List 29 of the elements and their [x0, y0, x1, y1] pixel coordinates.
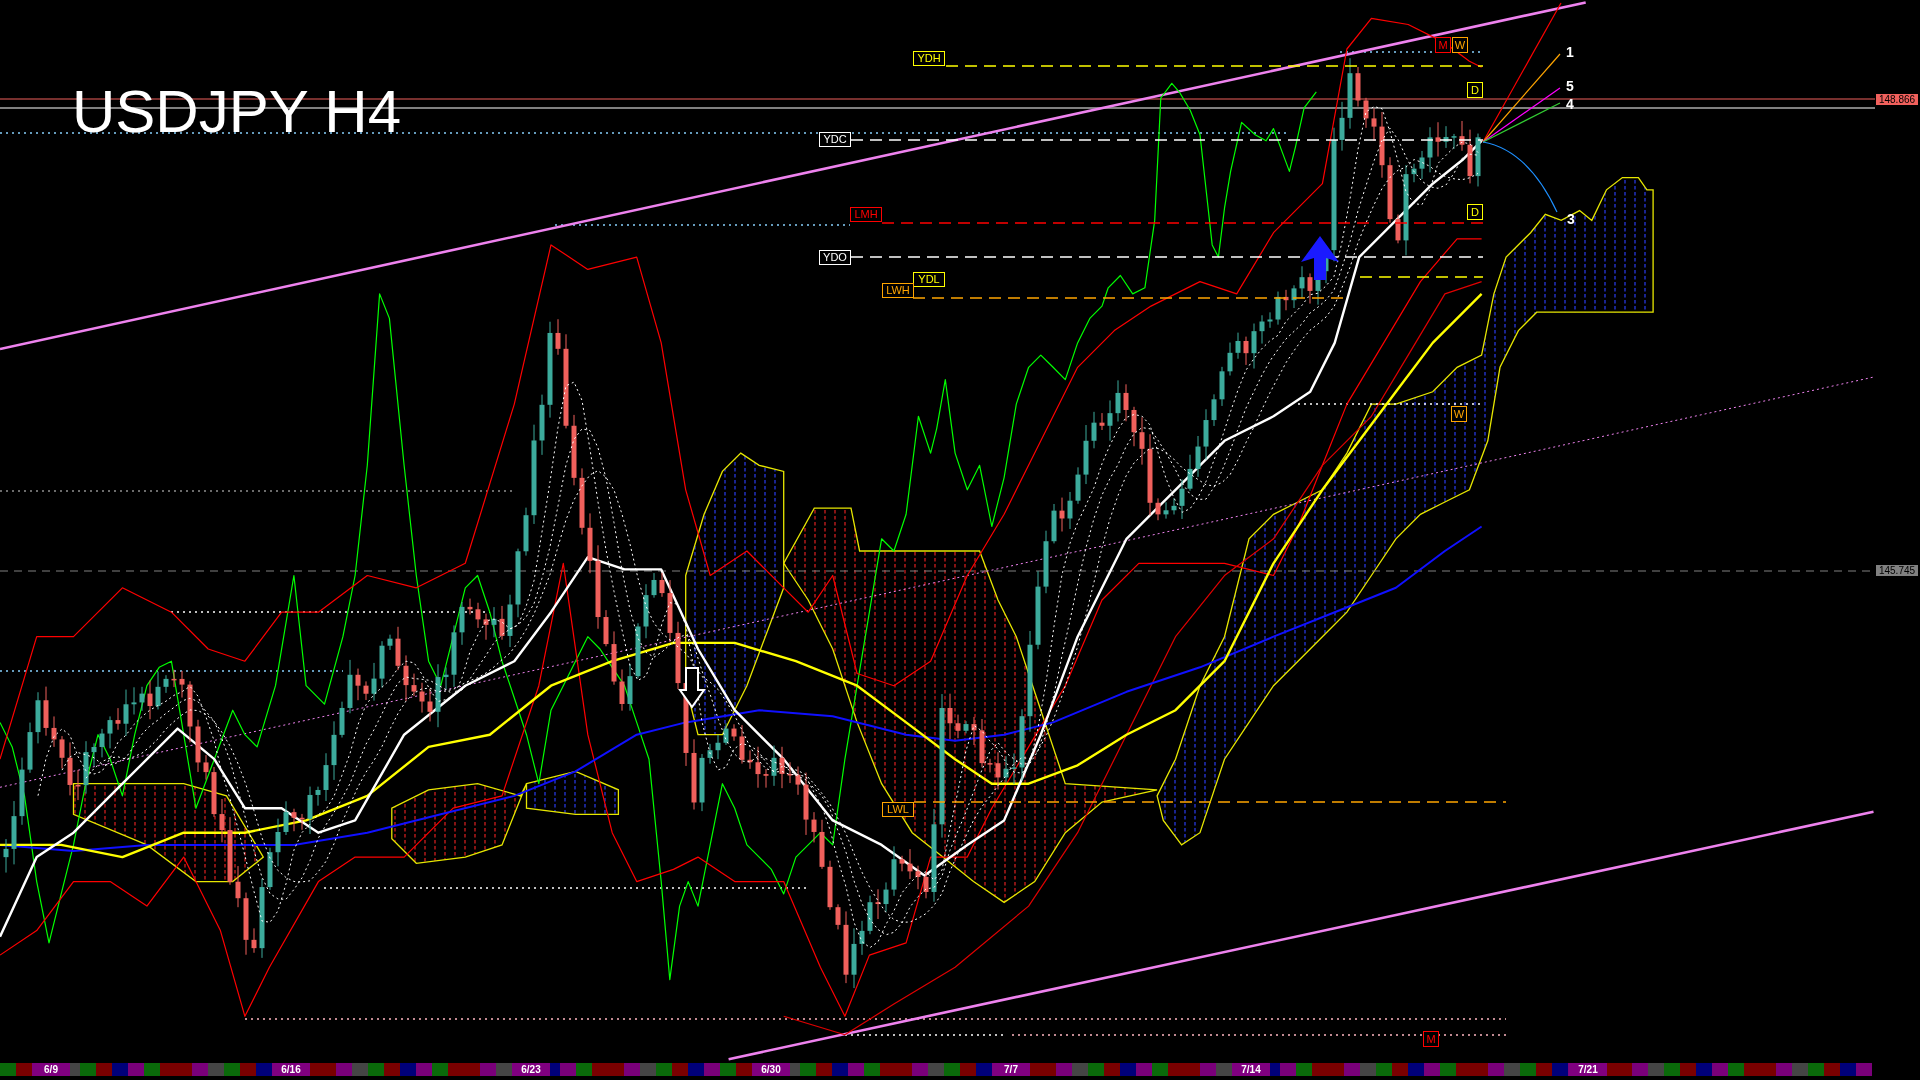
period-tag: W [1451, 406, 1467, 422]
price-tag: 148.866 [1876, 94, 1918, 105]
price-tag: 145.745 [1876, 565, 1918, 576]
up-arrow-icon [1301, 236, 1339, 280]
level-tag: LWH [882, 283, 914, 298]
date-label: 7/14 [1232, 1063, 1270, 1076]
level-tag: YDH [913, 51, 945, 66]
date-label: 7/7 [992, 1063, 1030, 1076]
date-label: 6/16 [272, 1063, 310, 1076]
fan-label: 3 [1567, 211, 1575, 227]
period-tag: D [1467, 82, 1483, 98]
fan-label: 4 [1566, 96, 1574, 112]
fan-label: 5 [1566, 78, 1574, 94]
level-tag: LMH [850, 207, 882, 222]
date-label: 6/9 [32, 1063, 70, 1076]
period-tag: M [1423, 1031, 1439, 1047]
fan-label: 1 [1566, 44, 1574, 60]
level-tag: YDL [913, 272, 945, 287]
chart-title: USDJPY H4 [72, 82, 401, 142]
date-label: 7/21 [1569, 1063, 1607, 1076]
level-tag: YDO [819, 250, 851, 265]
level-tag: YDC [819, 132, 851, 147]
date-label: 6/30 [752, 1063, 790, 1076]
period-tag: M [1435, 37, 1451, 53]
level-tag: LWL [882, 802, 914, 817]
down-arrow-icon [678, 667, 706, 709]
date-label: 6/23 [512, 1063, 550, 1076]
period-tag: W [1452, 37, 1468, 53]
period-tag: D [1467, 204, 1483, 220]
